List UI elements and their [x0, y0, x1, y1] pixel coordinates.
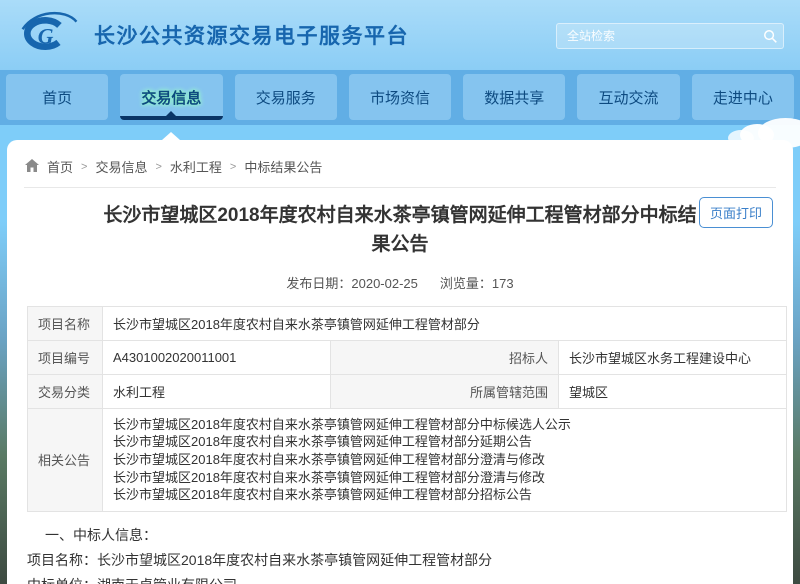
breadcrumb-trade-info[interactable]: 交易信息 [95, 157, 147, 176]
views-count: 173 [492, 276, 514, 291]
views-label: 浏览量： [440, 276, 492, 291]
site-title: 长沙公共资源交易电子服务平台 [94, 20, 409, 50]
site-search [556, 23, 784, 49]
body-line-winning-company: 中标单位：湖南天卓管业有限公司 [27, 573, 773, 584]
jurisdiction-label: 所属管辖范围 [331, 374, 559, 408]
nav-item-interaction[interactable]: 互动交流 [577, 74, 679, 120]
svg-text:G: G [38, 24, 54, 48]
logo-swoosh-icon: G [16, 10, 84, 61]
nav-item-trade-service[interactable]: 交易服务 [235, 74, 337, 120]
publish-date-label: 发布日期： [286, 276, 351, 291]
project-name-label: 项目名称 [28, 306, 103, 340]
breadcrumb-separator: > [230, 161, 236, 173]
table-row: 相关公告 长沙市望城区2018年度农村自来水茶亭镇管网延伸工程管材部分中标候选人… [28, 408, 787, 511]
main-nav: 首页 交易信息 交易服务 市场资信 数据共享 互动交流 走进中心 [0, 70, 800, 125]
tenderee-label: 招标人 [331, 340, 559, 374]
content-panel: 首页 > 交易信息 > 水利工程 > 中标结果公告 长沙市望城区2018年度农村… [7, 140, 793, 584]
jurisdiction-value: 望城区 [559, 374, 787, 408]
related-announcements-label: 相关公告 [28, 408, 103, 511]
project-info-table: 项目名称 长沙市望城区2018年度农村自来水茶亭镇管网延伸工程管材部分 项目编号… [27, 306, 787, 512]
related-link[interactable]: 长沙市望城区2018年度农村自来水茶亭镇管网延伸工程管材部分中标候选人公示 [113, 416, 776, 434]
breadcrumb-home[interactable]: 首页 [47, 157, 73, 176]
article-meta: 发布日期：2020-02-25 浏览量：173 [7, 273, 793, 292]
publish-date: 2020-02-25 [351, 276, 418, 291]
category-label: 交易分类 [28, 374, 103, 408]
nav-item-home[interactable]: 首页 [6, 74, 108, 120]
breadcrumb-separator: > [155, 161, 161, 173]
nav-item-market-credit[interactable]: 市场资信 [349, 74, 451, 120]
search-icon[interactable] [757, 24, 783, 48]
table-row: 项目编号 A4301002020011001 招标人 长沙市望城区水务工程建设中… [28, 340, 787, 374]
related-link[interactable]: 长沙市望城区2018年度农村自来水茶亭镇管网延伸工程管材部分招标公告 [113, 486, 776, 504]
related-link[interactable]: 长沙市望城区2018年度农村自来水茶亭镇管网延伸工程管材部分澄清与修改 [113, 451, 776, 469]
home-icon [25, 159, 39, 175]
related-announcements-cell: 长沙市望城区2018年度农村自来水茶亭镇管网延伸工程管材部分中标候选人公示 长沙… [103, 408, 787, 511]
tenderee-value: 长沙市望城区水务工程建设中心 [559, 340, 787, 374]
site-logo[interactable]: G [16, 10, 84, 61]
breadcrumb-award-results[interactable]: 中标结果公告 [244, 157, 322, 176]
site-header: G 长沙公共资源交易电子服务平台 [0, 0, 800, 70]
breadcrumb-separator: > [81, 161, 87, 173]
breadcrumb: 首页 > 交易信息 > 水利工程 > 中标结果公告 [7, 140, 793, 187]
body-line-project-name: 项目名称：长沙市望城区2018年度农村自来水茶亭镇管网延伸工程管材部分 [27, 548, 773, 573]
nav-item-data-share[interactable]: 数据共享 [463, 74, 565, 120]
table-row: 项目名称 长沙市望城区2018年度农村自来水茶亭镇管网延伸工程管材部分 [28, 306, 787, 340]
breadcrumb-water-projects[interactable]: 水利工程 [170, 157, 222, 176]
page-title: 长沙市望城区2018年度农村自来水茶亭镇管网延伸工程管材部分中标结果公告 [100, 201, 700, 260]
project-no-label: 项目编号 [28, 340, 103, 374]
related-link[interactable]: 长沙市望城区2018年度农村自来水茶亭镇管网延伸工程管材部分澄清与修改 [113, 469, 776, 487]
announcement-body: 一、中标人信息： 项目名称：长沙市望城区2018年度农村自来水茶亭镇管网延伸工程… [7, 512, 793, 584]
category-value: 水利工程 [103, 374, 331, 408]
nav-item-trade-info[interactable]: 交易信息 [120, 74, 222, 120]
winner-info-heading: 一、中标人信息： [27, 523, 773, 548]
print-page-button[interactable]: 页面打印 [699, 197, 773, 228]
table-row: 交易分类 水利工程 所属管辖范围 望城区 [28, 374, 787, 408]
related-link[interactable]: 长沙市望城区2018年度农村自来水茶亭镇管网延伸工程管材部分延期公告 [113, 433, 776, 451]
project-name-value: 长沙市望城区2018年度农村自来水茶亭镇管网延伸工程管材部分 [103, 306, 787, 340]
search-input[interactable] [557, 29, 757, 43]
project-no-value: A4301002020011001 [103, 340, 331, 374]
